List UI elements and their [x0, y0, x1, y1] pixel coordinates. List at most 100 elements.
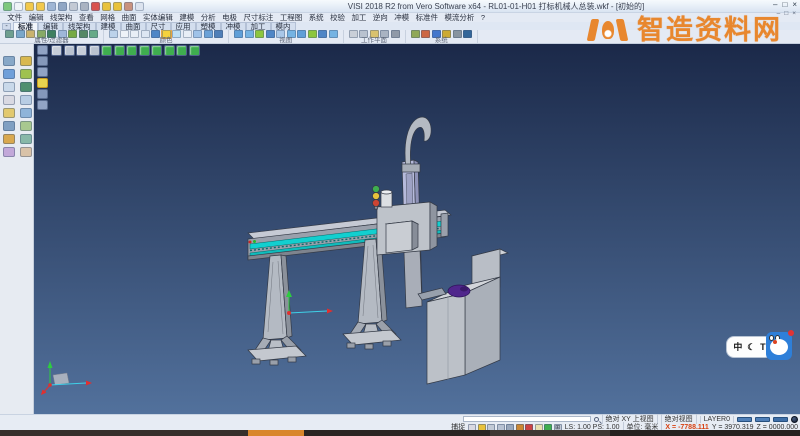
save-all-icon[interactable]: [58, 2, 67, 11]
menu-item[interactable]: ?: [478, 13, 489, 22]
taskbar-apps-left[interactable]: [0, 430, 248, 436]
taskbar-tray[interactable]: [610, 430, 800, 436]
view-dynamic-icon[interactable]: [255, 30, 264, 38]
gantry-column-left-model[interactable]: [248, 255, 306, 365]
filter-all-icon[interactable]: [89, 30, 98, 38]
view-all-icon[interactable]: [297, 30, 306, 38]
moon-icon[interactable]: ☾: [747, 342, 755, 352]
material-ball-icon[interactable]: [91, 2, 100, 11]
back-view-button[interactable]: [37, 56, 48, 66]
minimize-button[interactable]: –: [773, 1, 777, 9]
mdi-restore-button[interactable]: □: [784, 10, 788, 17]
color-blue-icon[interactable]: [151, 30, 160, 38]
trim-icon[interactable]: [20, 56, 32, 66]
machine-cabinet-model[interactable]: [427, 249, 508, 384]
hook-arm-model[interactable]: [405, 117, 431, 168]
view-window-icon[interactable]: [308, 30, 317, 38]
iso-view-3-button[interactable]: [126, 45, 137, 56]
os-taskbar[interactable]: [0, 430, 800, 436]
transparent-mode-button[interactable]: [89, 45, 100, 56]
iso-view-7-button[interactable]: [176, 45, 187, 56]
left-view-button[interactable]: [37, 67, 48, 77]
open-folder-icon[interactable]: [25, 2, 34, 11]
extend-icon[interactable]: [20, 82, 32, 92]
layer-color-swatch-1[interactable]: [737, 417, 752, 422]
layer-color-swatch-2[interactable]: [755, 417, 770, 422]
color-light-icon[interactable]: [130, 30, 139, 38]
gantry-column-right-model[interactable]: [343, 239, 401, 349]
hidden-line-mode-button[interactable]: [76, 45, 87, 56]
iso-view-2-button[interactable]: [114, 45, 125, 56]
delete-icon[interactable]: [3, 134, 15, 144]
open-file-icon[interactable]: [14, 2, 23, 11]
tab-dimension[interactable]: 尺寸: [146, 22, 171, 30]
color-dark-icon[interactable]: [214, 30, 223, 38]
collapse-ribbon-button[interactable]: -: [2, 23, 11, 30]
color-white-icon[interactable]: [120, 30, 129, 38]
offset-icon[interactable]: [3, 95, 15, 105]
tab-standard[interactable]: 标准: [13, 22, 38, 30]
more-options-icon[interactable]: [135, 2, 144, 11]
bottom-view-button[interactable]: [37, 100, 48, 110]
color-grey-icon[interactable]: [183, 30, 192, 38]
workplane-delete-icon[interactable]: [391, 30, 400, 38]
render-mode-sphere-icon[interactable]: [791, 416, 798, 423]
shading-mode-button[interactable]: [51, 45, 62, 56]
hook-bracket-model[interactable]: [402, 164, 420, 172]
doraemon-skin-icon[interactable]: [766, 332, 792, 360]
plot-icon[interactable]: [80, 2, 89, 11]
iso-view-5-button[interactable]: [151, 45, 162, 56]
tab-machining[interactable]: 加工: [246, 22, 271, 30]
maximize-button[interactable]: □: [782, 1, 787, 9]
tab-progress[interactable]: 冲模: [221, 22, 246, 30]
select-icon[interactable]: [3, 56, 15, 66]
snap-icon[interactable]: [3, 147, 15, 157]
command-input[interactable]: [463, 416, 591, 422]
taskbar-apps-mid[interactable]: [304, 430, 490, 436]
tab-mould[interactable]: 塑模: [196, 22, 221, 30]
redo-icon[interactable]: [113, 2, 122, 11]
print-icon[interactable]: [69, 2, 78, 11]
tab-wireframe[interactable]: 线架构: [63, 22, 96, 30]
view-wireframe-icon[interactable]: [245, 30, 254, 38]
color-cyan-icon[interactable]: [172, 30, 181, 38]
dynamic-rotate-icon[interactable]: [20, 69, 32, 79]
tab-inmould[interactable]: 模内: [271, 22, 296, 30]
filter-dims-icon[interactable]: [79, 30, 88, 38]
close-button[interactable]: ×: [792, 1, 797, 9]
mdi-minimize-button[interactable]: –: [777, 10, 781, 17]
wireframe-mode-button[interactable]: [64, 45, 75, 56]
iso-view-8-button[interactable]: [189, 45, 200, 56]
undo-icon[interactable]: [102, 2, 111, 11]
signal-tower-lamp-model[interactable]: [373, 186, 393, 210]
toolbox-icon[interactable]: T: [760, 342, 766, 352]
view-shaded-icon[interactable]: [234, 30, 243, 38]
zoom-window-icon[interactable]: [3, 69, 15, 79]
array-icon[interactable]: [3, 108, 15, 118]
iso-view-1-button[interactable]: [101, 45, 112, 56]
iso-view-6-button[interactable]: [164, 45, 175, 56]
view-iso-icon[interactable]: [329, 30, 338, 38]
taskbar-apps-right[interactable]: [490, 430, 610, 436]
settings-icon[interactable]: [411, 30, 420, 38]
mirror-icon[interactable]: [20, 95, 32, 105]
taskbar-active-app[interactable]: [248, 430, 304, 436]
color-deep-icon[interactable]: [204, 30, 213, 38]
database-icon[interactable]: [421, 30, 430, 38]
tab-edit[interactable]: 编辑: [38, 22, 63, 30]
view-zoom-icon[interactable]: [266, 30, 275, 38]
chinese-mode-icon[interactable]: 中: [733, 342, 742, 352]
layer-color-swatch-3[interactable]: [773, 417, 788, 422]
info-tool-icon[interactable]: [20, 147, 32, 157]
brush-icon[interactable]: [124, 2, 133, 11]
import-icon[interactable]: [36, 2, 45, 11]
properties-icon[interactable]: [20, 134, 32, 144]
color-pale-icon[interactable]: [141, 30, 150, 38]
tab-application[interactable]: 应用: [171, 22, 196, 30]
save-icon[interactable]: [47, 2, 56, 11]
refresh-icon[interactable]: [453, 30, 462, 38]
color-mid-icon[interactable]: [193, 30, 202, 38]
measure-icon[interactable]: [3, 82, 15, 92]
right-view-button[interactable]: [37, 78, 48, 88]
layer-indicator[interactable]: LAYER0: [700, 416, 734, 423]
